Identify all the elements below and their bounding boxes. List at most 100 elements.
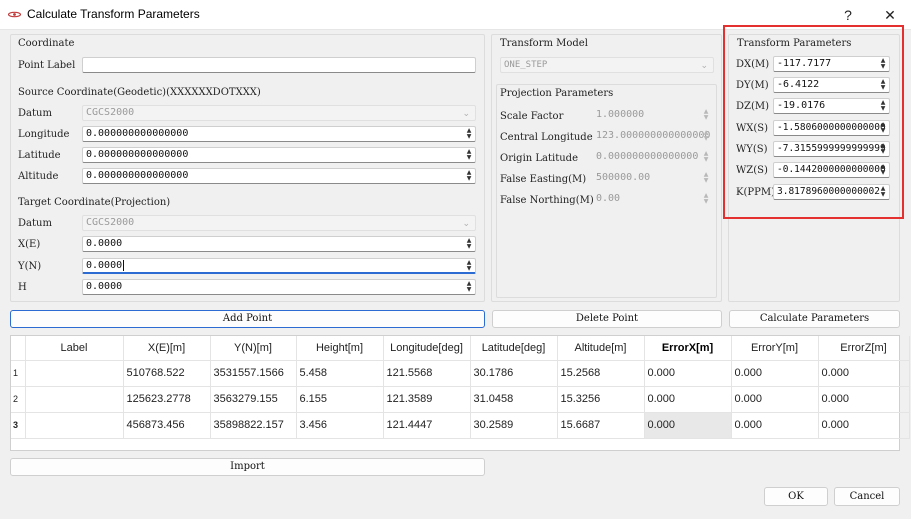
table-cell[interactable]: 3563279.155 bbox=[210, 386, 297, 413]
table-cell[interactable]: 0.000 bbox=[644, 386, 732, 413]
table-cell[interactable]: 0.000 bbox=[644, 360, 732, 387]
table-cell[interactable]: 30.2589 bbox=[470, 412, 558, 439]
false-easting-input[interactable]: 500000.00 ▲ ▼ bbox=[593, 171, 712, 187]
table-cell[interactable] bbox=[25, 386, 124, 413]
spin-arrows-icon[interactable]: ▲ ▼ bbox=[701, 151, 711, 163]
altitude-input[interactable]: 0.000000000000000 ▲ ▼ bbox=[82, 168, 476, 184]
table-cell[interactable]: 0.000 bbox=[818, 360, 910, 387]
dx-input[interactable]: -117.7177 ▲ ▼ bbox=[773, 56, 890, 72]
add-point-button[interactable]: Add Point bbox=[10, 310, 485, 328]
row-header[interactable]: 2 bbox=[11, 386, 26, 413]
table-cell-selected[interactable]: 0.000 bbox=[644, 412, 732, 439]
spin-arrows-icon[interactable]: ▲ ▼ bbox=[701, 193, 711, 205]
source-datum-select[interactable]: CGCS2000 ⌄ bbox=[82, 105, 476, 121]
table-row[interactable]: 2 125623.2778 3563279.155 6.155 121.3589… bbox=[11, 386, 910, 413]
cancel-button[interactable]: Cancel bbox=[834, 487, 900, 506]
dy-input[interactable]: -6.4122 ▲ ▼ bbox=[773, 77, 890, 93]
spin-arrows-icon[interactable]: ▲ ▼ bbox=[464, 260, 474, 272]
ok-button[interactable]: OK bbox=[764, 487, 828, 506]
column-header-error-z[interactable]: ErrorZ[m] bbox=[818, 336, 910, 361]
table-cell[interactable] bbox=[25, 360, 124, 387]
spin-arrows-icon[interactable]: ▲ ▼ bbox=[464, 281, 474, 293]
false-northing-input[interactable]: 0.00 ▲ ▼ bbox=[593, 192, 712, 208]
spin-arrows-icon[interactable]: ▲ ▼ bbox=[464, 238, 474, 250]
table-cell[interactable]: 35898822.157 bbox=[210, 412, 297, 439]
spin-arrows-icon[interactable]: ▲ ▼ bbox=[878, 143, 888, 155]
table-cell[interactable]: 510768.522 bbox=[123, 360, 211, 387]
column-header-x[interactable]: X(E)[m] bbox=[123, 336, 211, 361]
spin-arrows-icon[interactable]: ▲ ▼ bbox=[464, 170, 474, 182]
y-label: Y(N) bbox=[18, 261, 42, 272]
spin-arrows-icon[interactable]: ▲ ▼ bbox=[878, 100, 888, 112]
table-cell[interactable]: 0.000 bbox=[731, 386, 819, 413]
wz-label: WZ(S) bbox=[736, 165, 768, 176]
spin-arrows-icon[interactable]: ▲ ▼ bbox=[878, 186, 888, 198]
h-value: 0.0000 bbox=[86, 281, 123, 292]
table-cell[interactable]: 3.456 bbox=[296, 412, 384, 439]
column-header-height[interactable]: Height[m] bbox=[296, 336, 384, 361]
point-label-input[interactable] bbox=[82, 57, 476, 73]
close-button[interactable]: ✕ bbox=[876, 4, 904, 26]
spin-arrows-icon[interactable]: ▲ ▼ bbox=[464, 149, 474, 161]
delete-point-button[interactable]: Delete Point bbox=[492, 310, 722, 328]
table-row[interactable]: 3 456873.456 35898822.157 3.456 121.4447… bbox=[11, 412, 910, 439]
origin-latitude-label: Origin Latitude bbox=[500, 153, 578, 164]
table-cell[interactable]: 30.1786 bbox=[470, 360, 558, 387]
y-input[interactable]: 0.0000 ▲ ▼ bbox=[82, 258, 476, 274]
spin-arrows-icon[interactable]: ▲ ▼ bbox=[878, 164, 888, 176]
k-input[interactable]: 3.8178960000000002 ▲ ▼ bbox=[773, 184, 890, 200]
longitude-input[interactable]: 0.000000000000000 ▲ ▼ bbox=[82, 126, 476, 142]
table-cell[interactable]: 121.4447 bbox=[383, 412, 471, 439]
table-cell[interactable]: 6.155 bbox=[296, 386, 384, 413]
table-cell[interactable]: 0.000 bbox=[818, 386, 910, 413]
h-input[interactable]: 0.0000 ▲ ▼ bbox=[82, 279, 476, 295]
table-cell[interactable]: 0.000 bbox=[731, 360, 819, 387]
spin-arrows-icon[interactable]: ▲ ▼ bbox=[701, 172, 711, 184]
spin-arrows-icon[interactable]: ▲ ▼ bbox=[878, 58, 888, 70]
column-header-y[interactable]: Y(N)[m] bbox=[210, 336, 297, 361]
table-cell[interactable]: 15.3256 bbox=[557, 386, 645, 413]
target-datum-select[interactable]: CGCS2000 ⌄ bbox=[82, 215, 476, 231]
column-header-error-y[interactable]: ErrorY[m] bbox=[731, 336, 819, 361]
central-longitude-input[interactable]: 123.000000000000000 ▲ ▼ bbox=[593, 129, 712, 145]
table-cell[interactable] bbox=[25, 412, 124, 439]
spin-arrows-icon[interactable]: ▲ ▼ bbox=[878, 79, 888, 91]
table-cell[interactable]: 0.000 bbox=[818, 412, 910, 439]
table-cell[interactable]: 31.0458 bbox=[470, 386, 558, 413]
column-header-longitude[interactable]: Longitude[deg] bbox=[383, 336, 471, 361]
import-button[interactable]: Import bbox=[10, 458, 485, 476]
table-cell[interactable]: 15.6687 bbox=[557, 412, 645, 439]
column-header-latitude[interactable]: Latitude[deg] bbox=[470, 336, 558, 361]
spin-arrows-icon[interactable]: ▲ ▼ bbox=[701, 109, 711, 121]
column-header-altitude[interactable]: Altitude[m] bbox=[557, 336, 645, 361]
spin-arrows-icon[interactable]: ▲ ▼ bbox=[464, 128, 474, 140]
spin-arrows-icon[interactable]: ▲ ▼ bbox=[878, 122, 888, 134]
wx-input[interactable]: -1.5806000000000000 ▲ ▼ bbox=[773, 120, 890, 136]
row-header[interactable]: 1 bbox=[11, 360, 26, 387]
column-header-label[interactable]: Label bbox=[25, 336, 124, 361]
scale-factor-input[interactable]: 1.000000 ▲ ▼ bbox=[593, 108, 712, 124]
transform-model-select[interactable]: ONE_STEP ⌄ bbox=[500, 57, 714, 73]
table-cell[interactable]: 0.000 bbox=[731, 412, 819, 439]
origin-latitude-input[interactable]: 0.000000000000000 ▲ ▼ bbox=[593, 150, 712, 166]
altitude-label: Altitude bbox=[18, 171, 59, 182]
wz-input[interactable]: -0.1442000000000000 ▲ ▼ bbox=[773, 162, 890, 178]
latitude-input[interactable]: 0.000000000000000 ▲ ▼ bbox=[82, 147, 476, 163]
dz-input[interactable]: -19.0176 ▲ ▼ bbox=[773, 98, 890, 114]
table-cell[interactable]: 3531557.1566 bbox=[210, 360, 297, 387]
table-cell[interactable]: 456873.456 bbox=[123, 412, 211, 439]
calculate-parameters-button[interactable]: Calculate Parameters bbox=[729, 310, 900, 328]
table-cell[interactable]: 121.5568 bbox=[383, 360, 471, 387]
table-cell[interactable]: 121.3589 bbox=[383, 386, 471, 413]
table-cell[interactable]: 15.2568 bbox=[557, 360, 645, 387]
table-cell[interactable]: 125623.2778 bbox=[123, 386, 211, 413]
x-input[interactable]: 0.0000 ▲ ▼ bbox=[82, 236, 476, 252]
scale-factor-value: 1.000000 bbox=[596, 109, 645, 120]
column-header-error-x[interactable]: ErrorX[m] bbox=[644, 336, 732, 361]
table-row[interactable]: 1 510768.522 3531557.1566 5.458 121.5568… bbox=[11, 360, 910, 387]
wy-input[interactable]: -7.3155999999999999 ▲ ▼ bbox=[773, 141, 890, 157]
table-cell[interactable]: 5.458 bbox=[296, 360, 384, 387]
row-header[interactable]: 3 bbox=[11, 412, 26, 439]
spin-arrows-icon[interactable]: ▲ ▼ bbox=[701, 130, 711, 142]
help-button[interactable]: ? bbox=[834, 4, 862, 26]
